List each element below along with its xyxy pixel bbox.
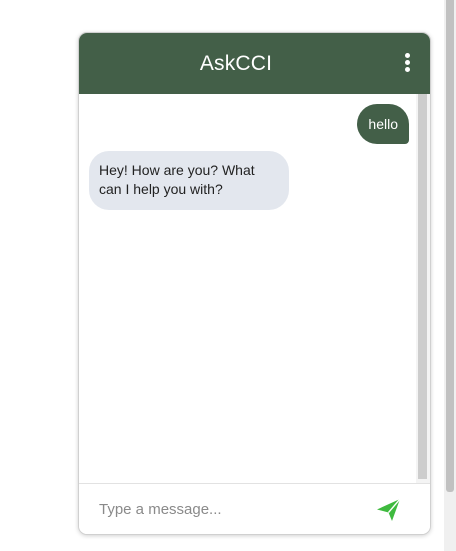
message-composer	[79, 483, 430, 534]
chat-header: AskCCI	[79, 33, 430, 94]
chat-scrollbar-thumb[interactable]	[418, 94, 427, 479]
chat-window: AskCCI hello Hey! How are you? What can …	[78, 32, 431, 535]
chat-scrollbar[interactable]	[416, 94, 430, 483]
page-scrollbar[interactable]	[444, 0, 456, 551]
chat-title: AskCCI	[199, 52, 273, 75]
vertical-ellipsis-icon[interactable]	[397, 51, 417, 75]
send-button[interactable]	[375, 497, 403, 523]
page-scrollbar-thumb[interactable]	[446, 0, 454, 492]
message-input[interactable]	[97, 494, 361, 524]
paper-plane-icon	[377, 498, 401, 521]
user-message-bubble: hello	[357, 104, 409, 144]
bot-message-bubble: Hey! How are you? What can I help you wi…	[89, 151, 289, 210]
messages-area[interactable]: hello Hey! How are you? What can I help …	[79, 94, 416, 483]
